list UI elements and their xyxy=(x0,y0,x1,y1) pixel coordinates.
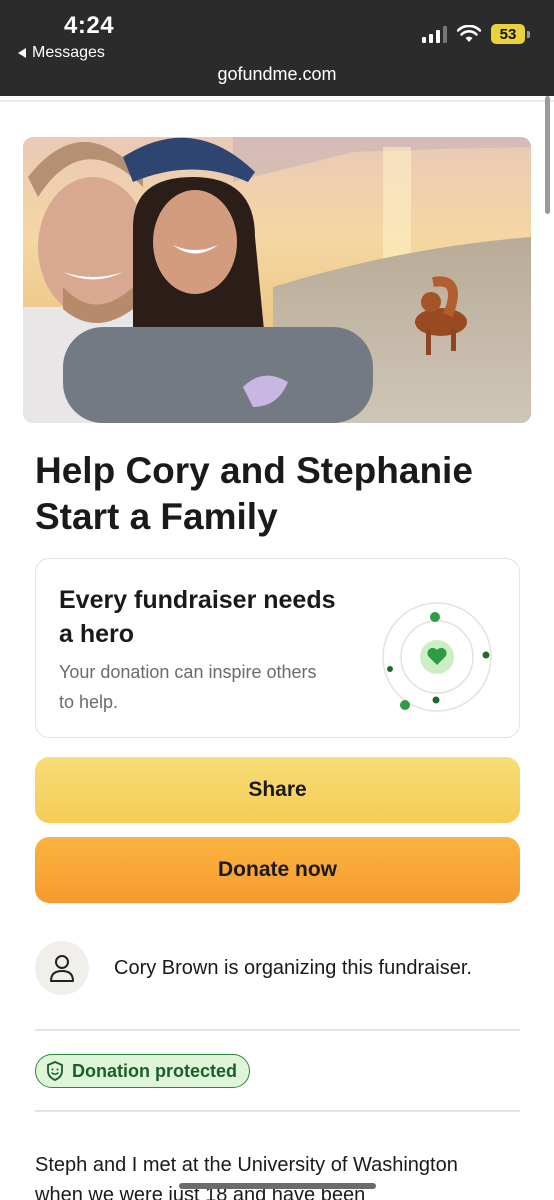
story-line-1: Steph and I met at the University of Was… xyxy=(35,1154,458,1176)
back-to-messages[interactable]: Messages xyxy=(18,44,105,62)
address-bar-url[interactable]: gofundme.com xyxy=(0,64,554,85)
browser-chrome: 4:24 Messages 53 gofundme.com xyxy=(0,0,554,96)
back-app-label: Messages xyxy=(32,44,105,61)
battery-level: 53 xyxy=(491,24,525,44)
hero-card-body: Your donation can inspire others to help… xyxy=(59,657,359,717)
status-time: 4:24 xyxy=(64,12,115,39)
status-icons: 53 xyxy=(422,24,530,44)
title-line-2: Start a Family xyxy=(35,496,278,537)
organizer-row[interactable]: Cory Brown is organizing this fundraiser… xyxy=(35,940,525,996)
hero-card-title: Every fundraiser needs a hero xyxy=(59,583,369,651)
shield-smile-icon xyxy=(47,1061,63,1081)
heart-orbit-icon xyxy=(382,602,492,712)
organizer-text: Cory Brown is organizing this fundraiser… xyxy=(114,956,472,979)
back-triangle-icon xyxy=(18,48,26,58)
donation-protected-badge[interactable]: Donation protected xyxy=(35,1054,250,1088)
hero-card-title-line-1: Every fundraiser needs xyxy=(59,586,336,614)
person-icon xyxy=(50,955,74,982)
battery-icon: 53 xyxy=(491,24,530,44)
signal-icon xyxy=(422,25,447,43)
section-divider xyxy=(35,1029,520,1031)
hero-prompt-card: Every fundraiser needs a hero Your donat… xyxy=(35,558,520,738)
fundraiser-photo[interactable] xyxy=(23,137,531,423)
share-button[interactable]: Share xyxy=(35,757,520,823)
fundraiser-title: Help Cory and Stephanie Start a Family xyxy=(35,448,515,540)
home-indicator[interactable] xyxy=(179,1183,376,1189)
badge-label: Donation protected xyxy=(72,1060,237,1081)
header-divider xyxy=(0,100,554,102)
scrollbar[interactable] xyxy=(545,96,550,214)
donate-now-button[interactable]: Donate now xyxy=(35,837,520,903)
fundraiser-story: Steph and I met at the University of Was… xyxy=(35,1150,525,1200)
hero-card-body-line-1: Your donation can inspire others xyxy=(59,662,317,682)
avatar xyxy=(35,941,89,995)
section-divider xyxy=(35,1110,520,1112)
hero-card-body-line-2: to help. xyxy=(59,692,119,712)
title-line-1: Help Cory and Stephanie xyxy=(35,450,473,491)
hero-card-title-line-2: a hero xyxy=(59,620,135,648)
wifi-icon xyxy=(457,25,481,42)
